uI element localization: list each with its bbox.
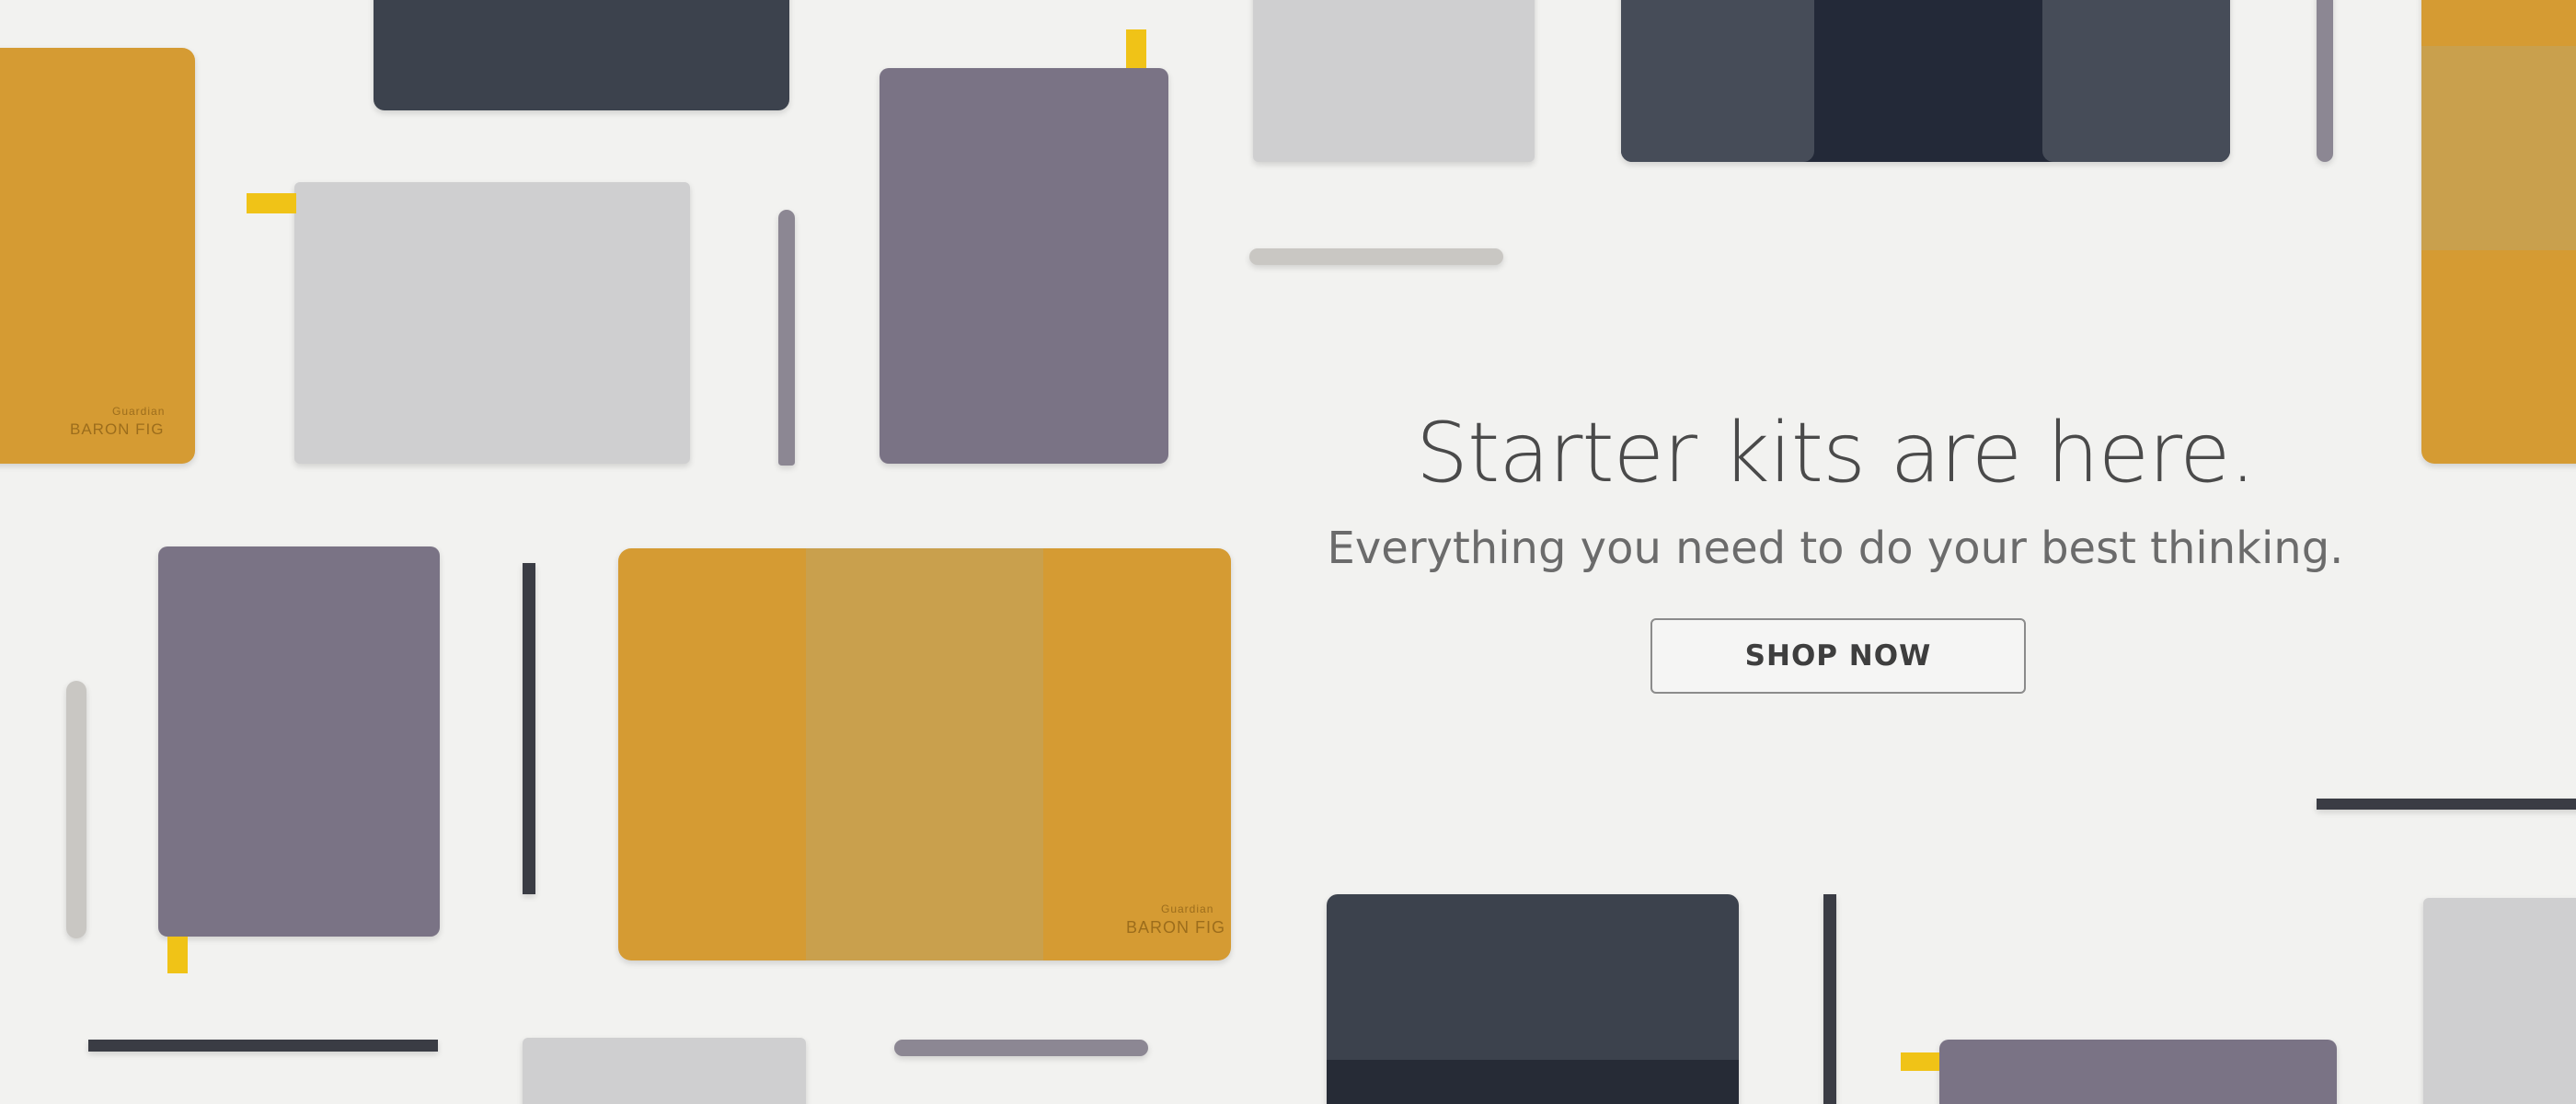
hero-headline: Starter kits are here. xyxy=(1415,405,2256,501)
leather-inner-center xyxy=(806,548,1043,960)
leather-brand-mark: BARON FIG xyxy=(1126,918,1226,937)
pencil-vertical-bottom xyxy=(1823,894,1836,1104)
light-notebook xyxy=(247,182,690,464)
dark-cover-top xyxy=(1621,0,2230,162)
bookmark-ribbon xyxy=(1901,1052,1939,1071)
pen-horizontal-bottom xyxy=(894,1040,1148,1056)
leather-folio-open: BARON FIG Guardian xyxy=(618,548,1231,960)
purple-notebook-top xyxy=(880,29,1168,464)
leather-brand-mark: BARON FIG xyxy=(70,420,165,438)
cover-flap-left xyxy=(1621,0,1814,162)
pen-vertical xyxy=(778,210,795,466)
bookmark-ribbon xyxy=(1126,29,1146,68)
purple-notebook-bottom xyxy=(158,546,440,973)
leather-model-mark: Guardian xyxy=(112,405,166,418)
light-notebook-bottom-right xyxy=(2423,898,2576,1104)
pencil-horizontal-right xyxy=(2317,799,2576,810)
leather-cover-left: BARON FIG Guardian xyxy=(0,48,195,464)
cover-flap-right xyxy=(2042,0,2230,162)
bookmark-ribbon xyxy=(167,937,188,973)
light-notebook-top xyxy=(1253,0,1535,162)
dark-notebook-top xyxy=(374,0,789,110)
pencil-vertical xyxy=(523,563,535,894)
dark-notebook-bottom xyxy=(1327,894,1739,1104)
dark-notebook-inner xyxy=(1327,1060,1739,1104)
purple-notebook-bottom-right xyxy=(1901,1040,2337,1104)
pen-vertical-light xyxy=(66,681,86,938)
shop-now-button[interactable]: SHOP NOW xyxy=(1650,618,2026,694)
pen-vertical-top-right xyxy=(2317,0,2333,162)
leather-model-mark: Guardian xyxy=(1161,903,1214,915)
light-notebook-bottom xyxy=(523,1038,806,1104)
bookmark-ribbon xyxy=(247,193,296,213)
pen-horizontal-light xyxy=(1249,248,1503,265)
leather-inner-panel xyxy=(2421,46,2576,250)
leather-cover-right xyxy=(2421,0,2576,464)
hero-banner: BARON FIG Guardian BARON FIG Guardian St… xyxy=(0,0,2576,1104)
hero-subheadline: Everything you need to do your best thin… xyxy=(1327,523,2344,574)
pencil-horizontal-bottom xyxy=(88,1040,438,1052)
